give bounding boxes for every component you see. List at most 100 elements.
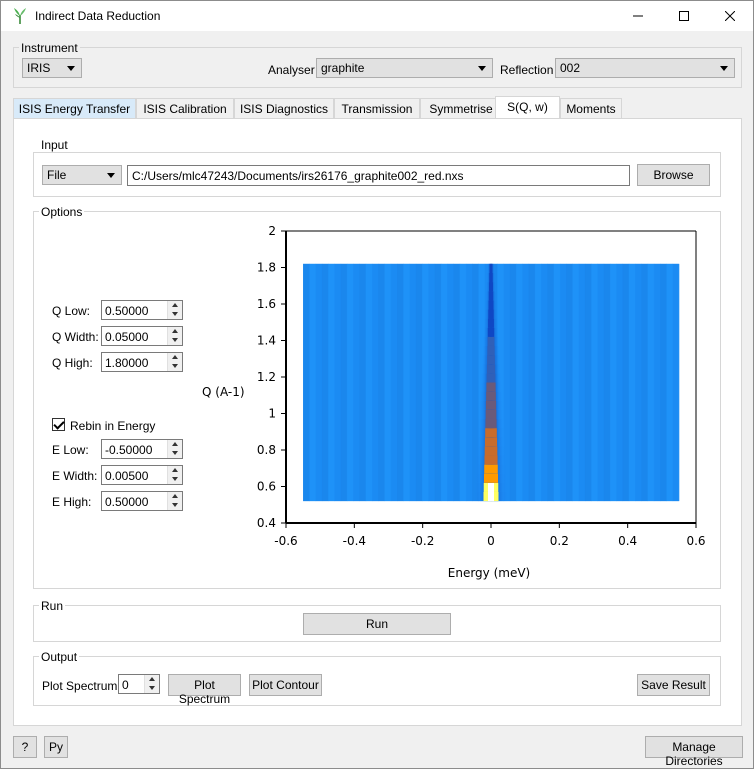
plot-spectrum-spinbox[interactable]: 0 <box>118 674 160 694</box>
maximize-button[interactable] <box>661 1 707 31</box>
rebin-label: Rebin in Energy <box>70 419 156 433</box>
peak-core <box>488 318 494 328</box>
tab-transmission[interactable]: Transmission <box>334 98 420 119</box>
heatmap-streak <box>403 263 411 502</box>
input-type-select[interactable]: File <box>42 165 122 185</box>
y-tick-label: 1.2 <box>257 370 276 384</box>
peak-core <box>485 418 497 429</box>
spin-down-icon[interactable] <box>168 310 182 319</box>
heatmap-streak <box>434 263 442 502</box>
x-tick-label: 0.4 <box>618 534 637 548</box>
plot-contour-button[interactable]: Plot Contour <box>249 674 322 696</box>
instrument-value: IRIS <box>27 61 51 75</box>
e-width-spinbox[interactable]: 0.00500 <box>101 465 183 485</box>
e-high-spinbox[interactable]: 0.50000 <box>101 491 183 511</box>
instrument-select[interactable]: IRIS <box>22 58 82 78</box>
heatmap-streak <box>566 263 573 502</box>
spin-up-icon[interactable] <box>168 466 182 475</box>
q-width-spinbox[interactable]: 0.05000 <box>101 326 183 346</box>
peak-core <box>489 263 493 273</box>
q-width-label: Q Width: <box>52 330 99 344</box>
spin-down-icon[interactable] <box>168 501 182 510</box>
rebin-checkbox[interactable] <box>52 418 65 431</box>
plot-spectrum-label: Plot Spectrum: <box>42 679 121 693</box>
spin-down-icon[interactable] <box>168 475 182 484</box>
tab-isis-energy-transfer[interactable]: ISIS Energy Transfer <box>13 98 136 119</box>
close-button[interactable] <box>707 1 753 31</box>
spin-up-icon[interactable] <box>168 353 182 362</box>
spin-down-icon[interactable] <box>168 362 182 371</box>
help-button[interactable]: ? <box>13 736 37 758</box>
spin-down-icon[interactable] <box>168 336 182 345</box>
x-tick-label: -0.2 <box>411 534 434 548</box>
save-result-button[interactable]: Save Result <box>637 674 710 696</box>
mantid-logo-icon <box>14 8 26 24</box>
tab-sqw[interactable]: S(Q, w) <box>495 96 560 120</box>
heatmap-streak <box>428 263 436 502</box>
tab-isis-diagnostics[interactable]: ISIS Diagnostics <box>234 98 334 119</box>
heatmap-streak <box>328 263 335 502</box>
title-bar: Indirect Data Reduction <box>1 1 753 31</box>
peak-core <box>488 300 494 310</box>
instrument-group-title: Instrument <box>19 41 80 55</box>
heatmap-streak <box>422 263 429 502</box>
peak-core <box>486 382 496 392</box>
sqw-heatmap-plot[interactable]: -0.6 -0.4 -0.2 0 0.2 0.4 0.6 0.4 0.6 0.8 1 1.2 1.4 1.… <box>191 221 711 586</box>
x-tick-label: -0.4 <box>343 534 366 548</box>
peak-core <box>484 464 498 474</box>
heatmap-streak <box>390 263 398 502</box>
heatmap-streak <box>578 263 586 502</box>
spin-up-icon[interactable] <box>145 675 159 684</box>
file-path-value: C:/Users/mlc47243/Documents/irs26176_gra… <box>132 169 464 183</box>
analyser-value: graphite <box>321 61 365 75</box>
input-group-title: Input <box>39 138 70 152</box>
y-tick-label: 1.4 <box>257 334 276 348</box>
peak-core <box>485 400 497 410</box>
manage-directories-button[interactable]: Manage Directories <box>645 736 743 768</box>
python-button[interactable]: Py <box>44 736 68 758</box>
output-group-title: Output <box>39 650 80 664</box>
peak-core <box>487 355 495 365</box>
peak-core <box>485 428 497 438</box>
close-icon <box>725 11 735 21</box>
heatmap-streak <box>334 263 342 502</box>
heatmap-streak <box>378 263 386 502</box>
browse-button[interactable]: Browse <box>637 164 710 186</box>
heatmap-streak <box>616 263 624 502</box>
tab-symmetrise[interactable]: Symmetrise <box>420 98 502 119</box>
peak-core <box>484 437 498 447</box>
y-tick-label: 0.8 <box>257 443 276 457</box>
spin-up-icon[interactable] <box>168 301 182 310</box>
heatmap-streak <box>315 263 323 502</box>
heatmap-streak <box>660 263 667 502</box>
run-group-title: Run <box>39 599 66 613</box>
spin-down-icon[interactable] <box>168 449 182 458</box>
q-high-spinbox[interactable]: 1.80000 <box>101 352 183 372</box>
peak-core <box>486 391 496 401</box>
tab-moments[interactable]: Moments <box>560 98 622 119</box>
q-low-spinbox[interactable]: 0.50000 <box>101 300 183 320</box>
analyser-select[interactable]: graphite <box>316 58 493 78</box>
chevron-down-icon <box>67 66 75 71</box>
reflection-select[interactable]: 002 <box>555 58 735 78</box>
window-title: Indirect Data Reduction <box>35 9 161 23</box>
minimize-button[interactable] <box>615 1 661 31</box>
heatmap-streak <box>647 263 655 502</box>
file-path-input[interactable]: C:/Users/mlc47243/Documents/irs26176_gra… <box>127 165 630 186</box>
heatmap-streak <box>359 263 367 502</box>
peak-core <box>484 455 498 465</box>
heatmap-streak <box>346 263 354 502</box>
spin-up-icon[interactable] <box>168 492 182 501</box>
tab-isis-calibration[interactable]: ISIS Calibration <box>136 98 234 119</box>
spin-up-icon[interactable] <box>168 440 182 449</box>
q-low-label: Q Low: <box>52 304 91 318</box>
plot-spectrum-button[interactable]: Plot Spectrum <box>168 674 241 706</box>
y-tick-label: 1.6 <box>257 297 276 311</box>
input-type-value: File <box>47 168 67 182</box>
spin-down-icon[interactable] <box>145 684 159 693</box>
e-low-spinbox[interactable]: -0.50000 <box>101 439 183 459</box>
plot-layer: -0.6 -0.4 -0.2 0 0.2 0.4 0.6 0.4 0.6 0.8 1 1.2 1.4 1.… <box>257 224 706 548</box>
run-button[interactable]: Run <box>303 613 451 635</box>
e-low-label: E Low: <box>52 443 89 457</box>
spin-up-icon[interactable] <box>168 327 182 336</box>
